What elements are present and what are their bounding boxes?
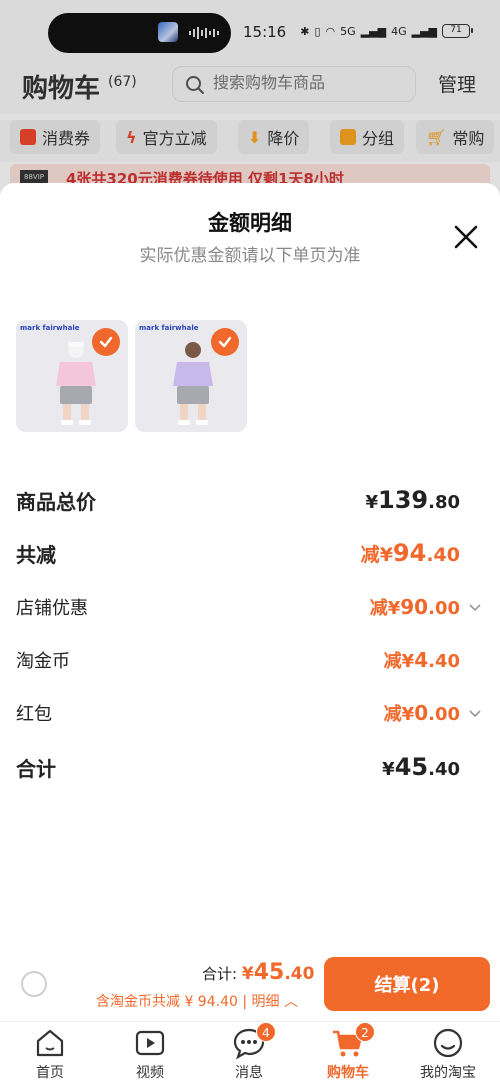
product-thumbnail[interactable]: mark fairwhale: [135, 320, 247, 432]
select-all-radio[interactable]: [21, 971, 47, 997]
tab-label: 视频: [136, 1065, 164, 1081]
brand-logo: mark fairwhale: [20, 324, 80, 332]
row-value: 减¥0.00: [383, 701, 460, 725]
chevron-up-icon: ︿: [283, 994, 298, 1010]
profile-icon: [433, 1028, 463, 1058]
chevron-down-icon[interactable]: [468, 600, 482, 614]
checkout-button[interactable]: 结算(2): [324, 957, 490, 1011]
sheet-subtitle: 实际优惠金额请以下单页为准: [139, 246, 361, 266]
tab-video[interactable]: 视频: [105, 1026, 195, 1082]
selected-check-icon[interactable]: [92, 328, 120, 356]
chevron-down-icon[interactable]: [468, 706, 482, 720]
tab-label: 消息: [235, 1065, 263, 1081]
row-value: 减¥90.00: [369, 595, 460, 619]
tab-label: 我的淘宝: [420, 1065, 476, 1081]
row-label: 共减: [16, 543, 56, 567]
tab-home[interactable]: 首页: [5, 1026, 95, 1082]
tab-profile[interactable]: 我的淘宝: [403, 1026, 493, 1082]
row-grand-total: 合计 ¥45.40: [16, 753, 484, 787]
amount-detail-sheet: 金额明细 实际优惠金额请以下单页为准 mark fairwhale mark f…: [0, 183, 500, 1085]
total-label: 合计:: [202, 965, 238, 983]
product-thumbnail[interactable]: mark fairwhale: [16, 320, 128, 432]
row-value: ¥45.40: [382, 753, 460, 781]
row-total-deduction: 共减 减¥94.40: [16, 539, 484, 573]
row-label: 商品总价: [16, 490, 96, 514]
row-red-packet[interactable]: 红包 减¥0.00: [16, 700, 484, 734]
bottom-total: 合计: ¥45.40: [202, 960, 314, 985]
deduction-detail-link[interactable]: 含淘金币共减 ¥ 94.40 | 明细 ︿: [96, 991, 298, 1011]
tab-cart[interactable]: 2 购物车: [303, 1022, 393, 1082]
row-taojinbi: 淘金币 减¥4.40: [16, 647, 484, 681]
dim-overlay[interactable]: [0, 0, 500, 200]
sheet-title: 金额明细: [208, 211, 292, 235]
row-label: 店铺优惠: [16, 598, 88, 619]
cart-badge: 2: [355, 1022, 375, 1042]
row-goods-total: 商品总价 ¥139.80: [16, 486, 484, 520]
row-value: 减¥94.40: [360, 539, 460, 567]
row-value: 减¥4.40: [383, 648, 460, 672]
home-icon: [36, 1029, 64, 1057]
row-shop-discount[interactable]: 店铺优惠 减¥90.00: [16, 594, 484, 628]
total-amount: ¥45.40: [241, 960, 315, 985]
brand-logo: mark fairwhale: [139, 324, 199, 332]
tab-label: 首页: [36, 1065, 64, 1081]
row-value: ¥139.80: [365, 486, 460, 514]
row-label: 合计: [16, 757, 56, 781]
selected-check-icon[interactable]: [211, 328, 239, 356]
bottom-tab-bar: 首页 视频 4 消息 2 购物车 我的淘宝: [0, 1021, 500, 1085]
video-icon: [135, 1030, 165, 1056]
unread-badge: 4: [256, 1022, 276, 1042]
row-label: 红包: [16, 704, 52, 725]
row-label: 淘金币: [16, 651, 70, 672]
tab-messages[interactable]: 4 消息: [204, 1022, 294, 1082]
tab-label: 购物车: [327, 1065, 369, 1081]
close-icon[interactable]: [452, 223, 480, 251]
